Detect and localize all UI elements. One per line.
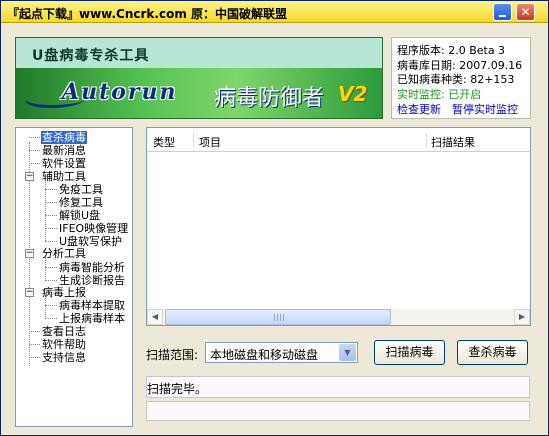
tree-item-sample-upload[interactable]: 上报病毒样本 bbox=[59, 312, 125, 325]
chevron-down-icon[interactable]: ▼ bbox=[339, 344, 356, 361]
tree-item-settings[interactable]: 软件设置 bbox=[42, 157, 86, 170]
collapse-toggle[interactable]: − bbox=[25, 288, 34, 297]
scan-range-select[interactable]: 本地磁盘和移动磁盘 ▼ bbox=[205, 342, 358, 363]
banner-logo-area: Autorun 病毒防御者 V2 bbox=[16, 68, 382, 118]
realtime-status: 实时监控: 已开启 bbox=[397, 88, 482, 101]
tree-item-analysis[interactable]: 分析工具 bbox=[42, 247, 86, 260]
tree-item-support[interactable]: 支持信息 bbox=[42, 351, 86, 364]
tree-connector bbox=[45, 318, 57, 319]
kill-button[interactable]: 查杀病毒 bbox=[457, 340, 528, 365]
scan-button[interactable]: 扫描病毒 bbox=[374, 340, 445, 365]
tree-item-immunity[interactable]: 免疫工具 bbox=[59, 183, 103, 196]
window-title: 『起点下载』www.Cncrk.com 原：中国破解联盟 bbox=[7, 7, 288, 21]
autorun-logo: Autorun bbox=[62, 79, 178, 105]
tree-item-news[interactable]: 最新消息 bbox=[42, 144, 86, 157]
tree-connector bbox=[45, 241, 57, 242]
horizontal-scrollbar[interactable]: ◀ ▶ bbox=[147, 309, 530, 325]
program-version: 程序版本: 2.0 Beta 3 bbox=[397, 44, 506, 57]
banner-subtitle: 病毒防御者 bbox=[214, 86, 325, 111]
tree-item-ifeo[interactable]: IFEO映像管理 bbox=[59, 222, 128, 235]
tree-connector bbox=[29, 137, 40, 138]
tree-item-help[interactable]: 软件帮助 bbox=[42, 338, 86, 351]
tree-connector bbox=[45, 257, 46, 279]
version-badge: V2 bbox=[338, 82, 368, 106]
column-result[interactable]: 扫描结果 bbox=[431, 134, 475, 150]
column-separator[interactable] bbox=[193, 133, 194, 147]
check-update-link[interactable]: 检查更新 bbox=[397, 101, 441, 117]
status-message: 扫描完毕。 bbox=[147, 382, 208, 396]
minimize-icon bbox=[499, 14, 506, 17]
column-separator[interactable] bbox=[426, 133, 427, 147]
tree-connector bbox=[45, 189, 57, 190]
app-name: U盘病毒专杀工具 bbox=[32, 48, 150, 64]
known-viruses: 已知病毒种类: 82+153 bbox=[397, 73, 515, 86]
title-bar[interactable]: 『起点下载』www.Cncrk.com 原：中国破解联盟 ✕ bbox=[1, 1, 548, 23]
status-detail-box bbox=[146, 401, 530, 421]
tree-connector bbox=[45, 267, 57, 268]
tree-connector bbox=[29, 163, 40, 164]
tree-connector bbox=[29, 331, 40, 332]
tree-connector bbox=[45, 228, 57, 229]
tree-item-smart-analysis[interactable]: 病毒智能分析 bbox=[59, 261, 125, 274]
close-button[interactable]: ✕ bbox=[516, 3, 535, 21]
close-icon: ✕ bbox=[520, 5, 531, 19]
status-message-box: 扫描完毕。 bbox=[146, 376, 530, 398]
collapse-toggle[interactable]: − bbox=[25, 249, 34, 258]
column-item[interactable]: 项目 bbox=[199, 134, 221, 150]
app-banner: U盘病毒专杀工具 Autorun 病毒防御者 V2 bbox=[15, 37, 383, 119]
grip-icon bbox=[274, 314, 284, 321]
scan-range-value: 本地磁盘和移动磁盘 bbox=[210, 348, 319, 362]
tree-item-repair[interactable]: 修复工具 bbox=[59, 196, 103, 209]
nav-tree[interactable]: − − − 查杀病毒 最新消息 软件设置 辅助工具 免疫工具 修复工具 解锁U盘… bbox=[15, 127, 133, 427]
tree-connector bbox=[29, 357, 40, 358]
tree-item-view-log[interactable]: 查看日志 bbox=[42, 325, 86, 338]
banner-header: U盘病毒专杀工具 bbox=[16, 38, 382, 68]
tree-connector bbox=[45, 280, 57, 281]
tree-connector bbox=[45, 202, 57, 203]
tree-connector bbox=[45, 305, 57, 306]
collapse-toggle[interactable]: − bbox=[25, 172, 34, 181]
scroll-thumb[interactable] bbox=[165, 309, 391, 325]
scan-range-label: 扫描范围: bbox=[146, 348, 199, 362]
tree-item-aux-tools[interactable]: 辅助工具 bbox=[42, 170, 86, 183]
column-type[interactable]: 类型 bbox=[153, 134, 175, 150]
tree-item-sample-extract[interactable]: 病毒样本提取 bbox=[59, 299, 125, 312]
list-header: 类型 项目 扫描结果 bbox=[147, 128, 530, 152]
info-panel: 程序版本: 2.0 Beta 3 病毒库日期: 2007.09.16 已知病毒种… bbox=[391, 37, 531, 119]
tree-item-virus-report[interactable]: 病毒上报 bbox=[42, 286, 86, 299]
tree-connector bbox=[29, 344, 40, 345]
tree-connector bbox=[45, 215, 57, 216]
tree-item-unlock-usb[interactable]: 解锁U盘 bbox=[59, 209, 100, 222]
scroll-right-icon[interactable]: ▶ bbox=[514, 309, 530, 325]
main-window: 『起点下载』www.Cncrk.com 原：中国破解联盟 ✕ U盘病毒专杀工具 … bbox=[0, 0, 549, 436]
scan-results-list[interactable]: 类型 项目 扫描结果 ◀ ▶ bbox=[146, 127, 531, 326]
minimize-button[interactable] bbox=[493, 3, 512, 21]
pause-monitor-link[interactable]: 暂停实时监控 bbox=[452, 101, 518, 117]
tree-connector bbox=[29, 150, 40, 151]
tree-item-scan-kill[interactable]: 查杀病毒 bbox=[41, 131, 87, 144]
scroll-left-icon[interactable]: ◀ bbox=[147, 309, 163, 325]
